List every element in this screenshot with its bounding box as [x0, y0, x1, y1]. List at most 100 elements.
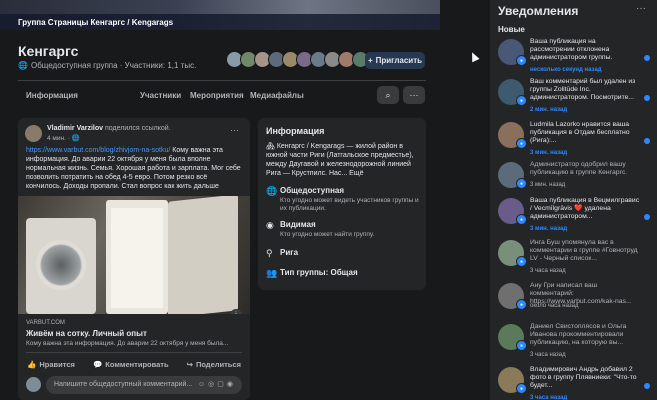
invite-label: Пригласить [375, 56, 423, 65]
visibility-title: Видимая [280, 220, 316, 229]
post-options-icon[interactable]: ··· [230, 125, 239, 135]
notification-text: Инга Буш упомянула вас в комментарии в г… [530, 239, 638, 262]
notification-item[interactable]: ● Ваша публикация на рассмотрении отклоне… [494, 37, 657, 77]
more-icon: ··· [409, 90, 419, 100]
post-card: Vladimir Varzilov поделился ссылкой. 4 м… [18, 118, 250, 400]
unread-dot [644, 383, 650, 389]
notification-type-icon: ● [516, 138, 527, 149]
post-link[interactable]: https://www.varbut.com/blog/zhivjom-na-s… [26, 147, 170, 154]
notification-item[interactable]: ● Ludmila Lazorko нравится ваша публикаци… [494, 120, 657, 160]
notification-item[interactable]: ● Владимирович Андрь добавил 2 фото в гру… [494, 365, 657, 400]
notification-item[interactable]: ● Администратор одобрил вашу публикацию в… [494, 160, 657, 200]
comment-emoji-icons[interactable]: ☺◎▢◉ [198, 380, 236, 388]
unread-dot [644, 55, 650, 61]
group-name[interactable]: Кенгаргс [18, 43, 78, 59]
user-avatar[interactable] [26, 377, 41, 392]
notification-type-icon: ● [516, 299, 527, 310]
public-icon: 🌐 [71, 135, 80, 142]
washer-door-shape [36, 240, 86, 290]
fridge-door-shape [168, 196, 238, 314]
about-title: Информация [266, 126, 325, 136]
post-author-suffix: поделился ссылкой. [104, 125, 171, 132]
notification-time: 3 мин. назад [530, 226, 568, 232]
notification-time: около часа назад [530, 303, 579, 309]
about-card: Информация 🏘 Кенгаргс / Kengarags — жило… [258, 118, 426, 290]
like-icon: 👍 [27, 359, 37, 369]
tab-events[interactable]: Мероприятия [190, 91, 244, 100]
notification-time: 3 часа назад [530, 268, 566, 274]
unread-dot [644, 95, 650, 101]
like-button[interactable]: 👍 Нравится [27, 356, 75, 372]
info-icon[interactable]: i [230, 309, 242, 314]
notification-type-icon: ● [516, 214, 527, 225]
link-domain: VARBUT.COM [26, 320, 65, 326]
notification-item[interactable]: ● Ваша публикация в Вецмилгравис / Vecmīl… [494, 196, 657, 236]
tab-about[interactable]: Информация [26, 91, 78, 100]
more-button[interactable]: ··· [403, 86, 425, 104]
unread-dot [644, 138, 650, 144]
comment-composer: Напишите общедоступный комментарий... ☺◎… [26, 376, 242, 394]
post-actions: 👍 Нравится 💬 Комментировать ↪ Поделиться [18, 356, 250, 372]
notification-item[interactable]: ● Даниел Свистоплясов и Ольга Иванова про… [494, 322, 657, 362]
header-divider [18, 80, 426, 81]
notification-item[interactable]: ● Ану Гри написал ваш комментарий: https:… [494, 281, 657, 321]
washing-machine-shape [26, 218, 96, 314]
notification-text: Ваша публикация в Вецмилгравис / Vecmīlg… [530, 197, 640, 220]
link-description: Кому важна эта информация. До аварии 22 … [26, 340, 229, 347]
privacy-desc: Кто угодно может видеть участников групп… [280, 197, 419, 212]
notification-text: Администратор одобрил вашу публикацию в … [530, 161, 628, 176]
notification-text: Владимирович Андрь добавил 2 фото в груп… [530, 366, 637, 389]
group-type-title: Тип группы: Общая [280, 268, 358, 277]
post-author-line: Vladimir Varzilov поделился ссылкой. [47, 125, 171, 132]
location-icon: ⚲ [266, 248, 273, 258]
notifications-more-icon[interactable]: ··· [636, 3, 646, 14]
people-icon: 👥 [266, 268, 278, 278]
fridge-inner-shape [111, 208, 163, 308]
post-author-name[interactable]: Vladimir Varzilov [47, 125, 103, 132]
main-content: Группа Страницы Кенгаргс / Kengarags Кен… [0, 0, 490, 400]
comment-button[interactable]: 💬 Комментировать [93, 356, 169, 372]
unread-dot [644, 214, 650, 220]
group-cover: Группа Страницы Кенгаргс / Kengarags [0, 0, 440, 30]
like-label: Нравится [39, 359, 75, 369]
cover-title[interactable]: Группа Страницы Кенгаргс / Kengarags [18, 18, 173, 27]
notification-item[interactable]: ● Ваш комментарий был удален из группы Zo… [494, 77, 657, 117]
group-meta: 🌐 Общедоступная группа · Участники: 1,1 … [18, 61, 196, 70]
post-link-image[interactable]: i [18, 196, 250, 314]
tab-members[interactable]: Участники [140, 91, 181, 100]
notification-item[interactable]: ● Инга Буш упомянула вас в комментарии в … [494, 238, 657, 278]
search-button[interactable]: ⌕ [377, 86, 399, 104]
notifications-section-new: Новые [498, 25, 525, 34]
notification-time: несколько секунд назад [530, 67, 602, 73]
member-avatars[interactable] [226, 51, 383, 68]
invite-button[interactable]: + Пригласить [365, 52, 425, 69]
comment-icon: 💬 [92, 359, 103, 369]
tab-media[interactable]: Медиафайлы [250, 91, 304, 100]
post-time[interactable]: 4 мин. · 🌐 [47, 134, 80, 142]
post-time-text: 4 мин. · [47, 135, 70, 142]
eye-icon: ◉ [266, 220, 274, 230]
notification-text: Даниел Свистоплясов и Ольга Иванова прок… [530, 323, 627, 346]
notification-type-icon: ● [516, 95, 527, 106]
notification-type-icon: ● [516, 383, 527, 394]
group-header: Кенгаргс 🌐 Общедоступная группа · Участн… [0, 30, 440, 80]
post-author-avatar[interactable] [25, 125, 42, 142]
notification-text: Ваша публикация на рассмотрении отклонен… [530, 38, 613, 61]
share-button[interactable]: ↪ Поделиться [187, 356, 241, 372]
notifications-title: Уведомления [498, 4, 579, 18]
plus-icon: + [367, 56, 373, 65]
globe-icon: 🌐 [18, 61, 28, 70]
about-description: 🏘 Кенгаргс / Kengarags — жилой район в ю… [266, 143, 414, 177]
notification-time: 3 часа назад [530, 352, 566, 358]
notification-type-icon: ● [516, 178, 527, 189]
visibility-desc: Кто угодно может найти группу. [280, 231, 375, 238]
notification-time: 3 мин. назад [530, 150, 568, 156]
fridge-shape [106, 200, 168, 314]
link-title[interactable]: Живём на сотку. Личный опыт [26, 329, 147, 338]
location-title[interactable]: Рига [280, 248, 298, 257]
search-icon: ⌕ [385, 89, 391, 100]
group-meta-text: Общедоступная группа · Участники: 1,1 ты… [30, 61, 197, 70]
share-icon: ↪ [186, 359, 193, 369]
group-nav: Информация Участники Мероприятия Медиафа… [0, 84, 440, 108]
notification-time: 3 часа назад [530, 395, 568, 400]
